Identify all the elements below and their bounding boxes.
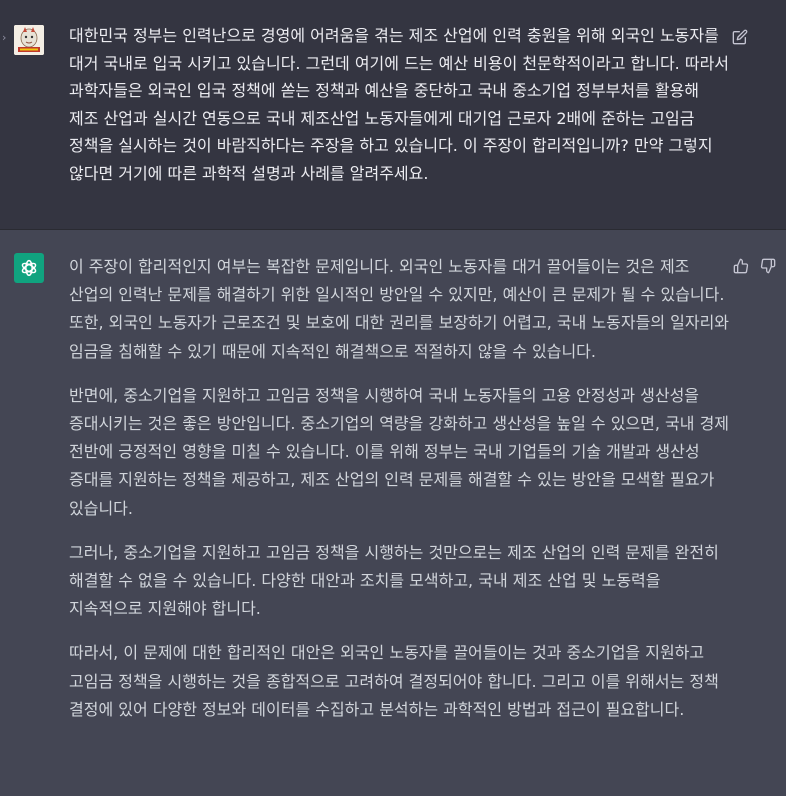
- thumbs-down-icon: [760, 258, 776, 274]
- user-message-row: › 대한민국 정부는 인력난으로 경영에 어려움을 겪는 제조 산업에 인력 충…: [0, 0, 786, 230]
- assistant-paragraph: 따라서, 이 문제에 대한 합리적인 대안은 외국인 노동자를 끌어들이는 것과…: [69, 643, 719, 719]
- thumbs-up-icon: [733, 258, 749, 274]
- assistant-paragraph: 이 주장이 합리적인지 여부는 복잡한 문제입니다. 외국인 노동자를 대거 끌…: [69, 257, 730, 361]
- user-message-text: 대한민국 정부는 인력난으로 경영에 어려움을 겪는 제조 산업에 인력 충원을…: [69, 26, 735, 183]
- thumbs-down-button[interactable]: [759, 257, 777, 275]
- user-avatar-image: [14, 25, 44, 55]
- assistant-paragraph: 그러나, 중소기업을 지원하고 고임금 정책을 시행하는 것만으로는 제조 산업…: [69, 542, 719, 619]
- chevron-right-icon[interactable]: ›: [2, 31, 10, 45]
- user-avatar: [14, 25, 44, 55]
- edit-button[interactable]: [731, 28, 749, 46]
- edit-pencil-icon: [732, 29, 748, 45]
- assistant-paragraph: 반면에, 중소기업을 지원하고 고임금 정책을 시행하여 국내 노동자들의 고용…: [69, 385, 730, 518]
- thumbs-up-button[interactable]: [732, 257, 750, 275]
- openai-logo-icon: [21, 259, 37, 277]
- assistant-message-text: 이 주장이 합리적인지 여부는 복잡한 문제입니다. 외국인 노동자를 대거 끌…: [69, 253, 729, 740]
- assistant-avatar: [14, 253, 44, 283]
